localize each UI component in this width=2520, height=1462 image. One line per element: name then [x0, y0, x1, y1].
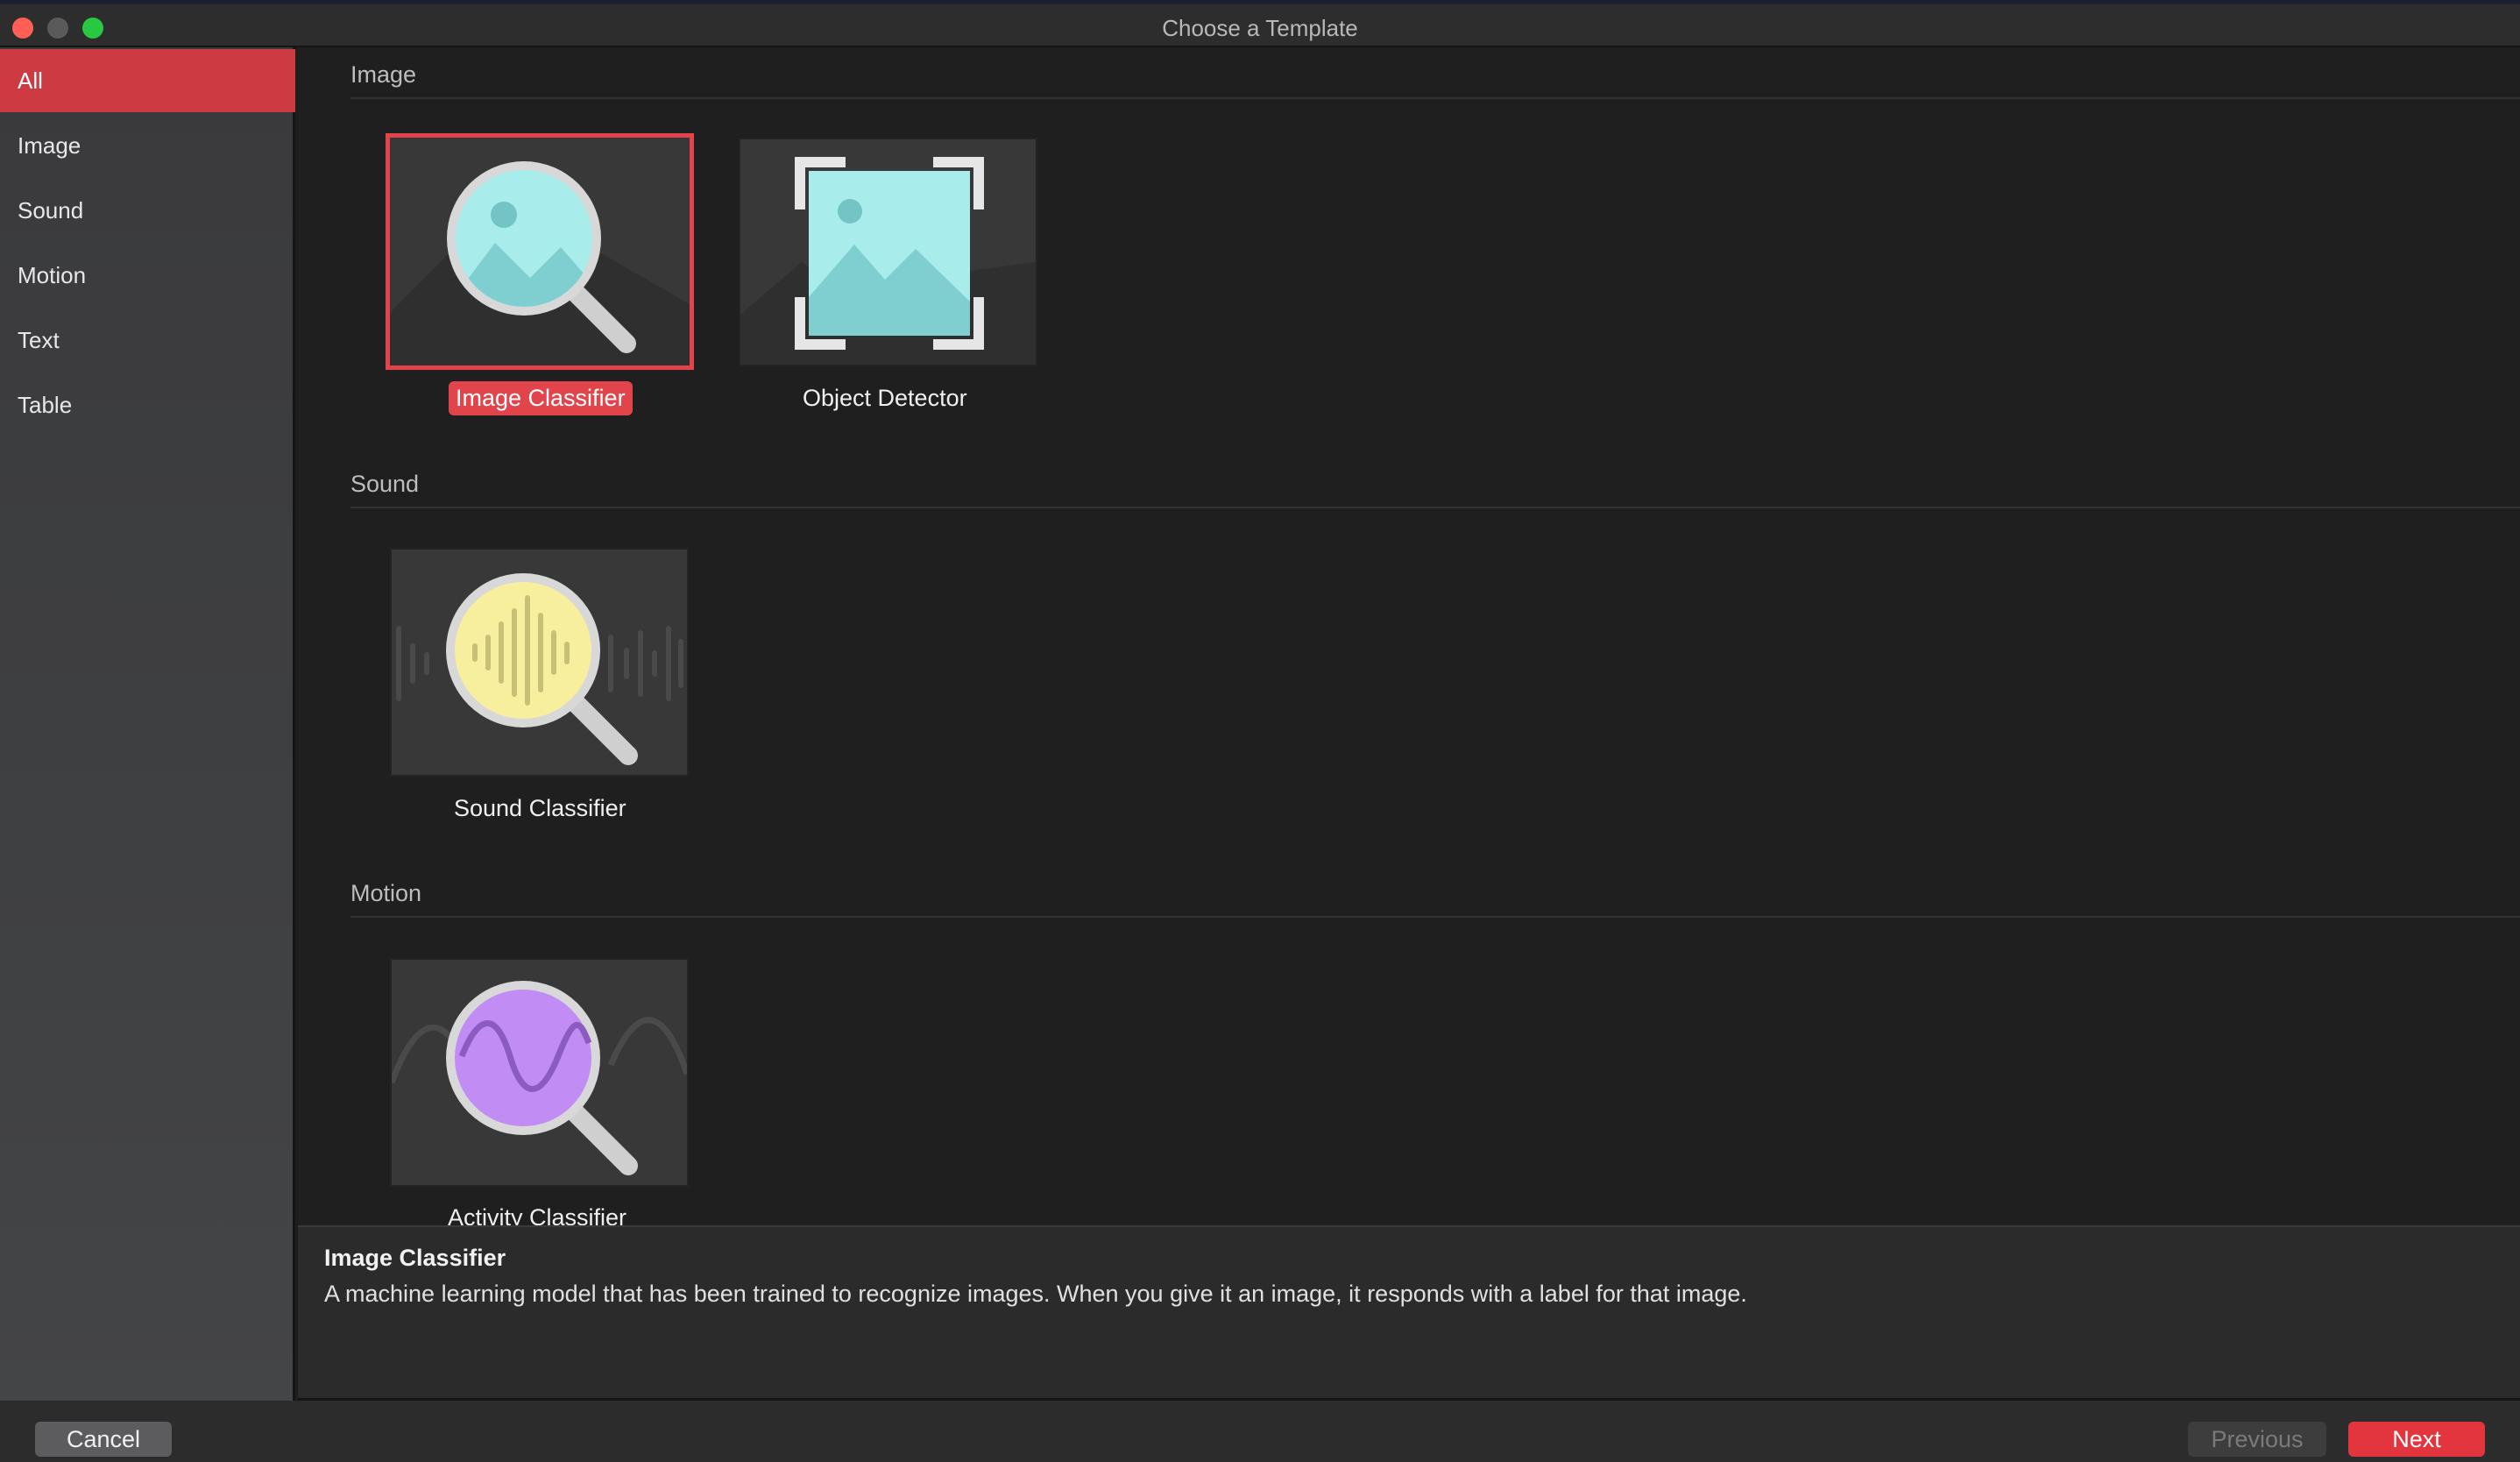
template-label[interactable]: Image Classifier	[449, 381, 633, 415]
template-thumbnail[interactable]	[390, 958, 689, 1187]
template-label[interactable]: Activity Classifier	[448, 1204, 626, 1225]
image-classifier-icon	[390, 161, 690, 366]
menu-bar-edge	[0, 0, 2520, 4]
cancel-button[interactable]: Cancel	[35, 1422, 172, 1457]
sidebar-item-all[interactable]: All	[0, 49, 295, 112]
dialog-footer: Cancel Previous Next	[0, 1401, 2520, 1462]
template-thumbnail[interactable]	[386, 133, 694, 370]
sidebar-item-image[interactable]: Image	[0, 114, 295, 177]
sidebar-item-motion[interactable]: Motion	[0, 244, 295, 307]
template-thumbnail[interactable]	[739, 138, 1037, 366]
sidebar-item-table[interactable]: Table	[0, 373, 295, 436]
details-title: Image Classifier	[324, 1245, 506, 1271]
section-title-image: Image	[350, 61, 417, 88]
template-thumbnail[interactable]	[390, 548, 689, 777]
previous-button[interactable]: Previous	[2188, 1422, 2326, 1457]
section-title-sound: Sound	[350, 471, 420, 497]
details-description: A machine learning model that has been t…	[324, 1281, 1747, 1307]
template-gallery: Image Image Classifier Object Detector S…	[298, 47, 2520, 1225]
activity-classifier-icon	[392, 981, 687, 1175]
title-bar: Choose a Template	[0, 0, 2520, 47]
section-title-motion: Motion	[350, 880, 422, 906]
window-title: Choose a Template	[1162, 15, 1358, 41]
section-divider	[350, 507, 2520, 508]
template-label[interactable]: Sound Classifier	[454, 795, 626, 822]
object-detector-icon	[740, 157, 1036, 365]
sidebar-item-sound[interactable]: Sound	[0, 179, 295, 242]
next-button[interactable]: Next	[2348, 1422, 2485, 1457]
category-sidebar: All Image Sound Motion Text Table	[0, 47, 295, 1401]
section-divider	[350, 916, 2520, 918]
sound-classifier-icon	[396, 573, 683, 765]
sidebar-item-text[interactable]: Text	[0, 309, 295, 372]
template-details-panel: Image Classifier A machine learning mode…	[298, 1225, 2520, 1401]
template-label[interactable]: Object Detector	[803, 385, 967, 412]
section-divider	[350, 97, 2520, 99]
